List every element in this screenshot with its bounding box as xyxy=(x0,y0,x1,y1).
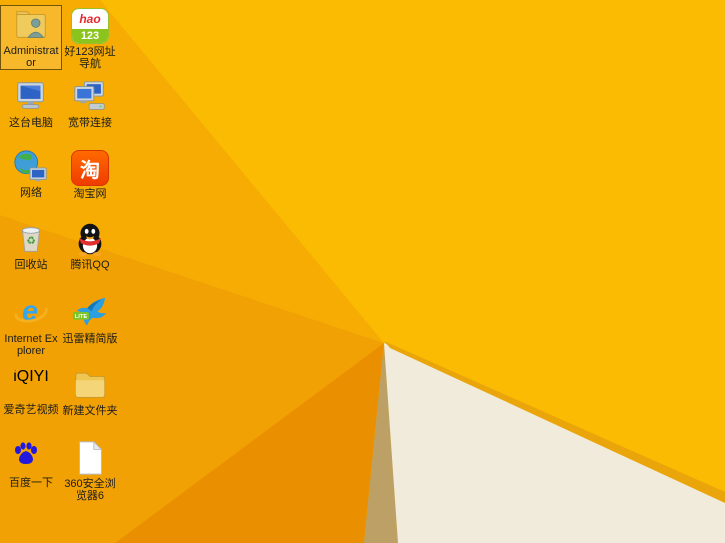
desktop-icon-this-pc[interactable]: 这台电脑 xyxy=(1,78,61,129)
desktop-icon-ie[interactable]: e Internet Explorer xyxy=(1,294,61,357)
network-globe-icon xyxy=(14,150,47,182)
recycle-bin-icon: ♻ xyxy=(21,227,41,252)
icon-label: 这台电脑 xyxy=(9,117,53,129)
icon-label: 好123网址导航 xyxy=(64,46,116,70)
icon-label: 腾讯QQ xyxy=(70,259,110,271)
desktop-icon-broadband[interactable]: 宽带连接 xyxy=(60,78,120,129)
user-folder-icon xyxy=(16,11,46,38)
qq-penguin-icon xyxy=(78,223,102,257)
desktop-icon-qq[interactable]: 腾讯QQ xyxy=(60,220,120,271)
desktop-icon-360-browser[interactable]: 360安全浏览器6 xyxy=(60,439,120,502)
icon-label: Administrator xyxy=(3,45,59,69)
svg-text:LITE: LITE xyxy=(75,314,88,320)
iqiyi-icon: iQIYI xyxy=(13,368,49,385)
document-icon xyxy=(79,440,103,475)
desktop-icon-iqiyi[interactable]: iQIYI 爱奇艺视频 xyxy=(1,366,61,416)
icon-label: 回收站 xyxy=(14,259,48,271)
baidu-paw-icon xyxy=(13,441,49,475)
desktop-icon-taobao[interactable]: 淘 淘宝网 xyxy=(60,148,120,200)
computer-icon xyxy=(17,82,44,109)
taobao-icon: 淘 xyxy=(71,150,109,186)
icon-label: 宽带连接 xyxy=(68,117,112,129)
internet-explorer-icon: e xyxy=(14,296,48,328)
desktop-icon-thunder[interactable]: LITE 迅雷精简版 xyxy=(60,294,120,345)
desktop-icon-hao123[interactable]: hao 123 好123网址导航 xyxy=(60,6,120,70)
icon-label: 网络 xyxy=(20,187,42,199)
broadband-icon xyxy=(74,81,105,110)
desktop-icon-recycle-bin[interactable]: ♻ 回收站 xyxy=(1,220,61,271)
icon-label: 迅雷精简版 xyxy=(62,333,118,345)
desktop-icon-network[interactable]: 网络 xyxy=(1,148,61,199)
desktop-icon-administrator[interactable]: Administrator xyxy=(0,5,62,70)
hao123-icon: hao 123 xyxy=(71,8,109,44)
icon-label: 360安全浏览器6 xyxy=(64,478,116,502)
svg-text:e: e xyxy=(22,296,38,328)
icon-label: 爱奇艺视频 xyxy=(3,404,59,416)
icon-label: Internet Explorer xyxy=(4,333,58,357)
desktop[interactable]: Administrator hao 123 好123网址导航 这台电脑 宽带连接 xyxy=(0,0,725,543)
desktop-icon-new-folder[interactable]: 新建文件夹 xyxy=(60,366,120,417)
thunder-bird-icon: LITE xyxy=(72,297,107,326)
folder-icon xyxy=(75,372,106,398)
svg-text:♻: ♻ xyxy=(26,236,35,247)
icon-label: 百度一下 xyxy=(9,477,53,489)
desktop-icon-baidu[interactable]: 百度一下 xyxy=(1,439,61,489)
icon-label: 淘宝网 xyxy=(73,188,107,200)
icon-label: 新建文件夹 xyxy=(62,405,118,417)
